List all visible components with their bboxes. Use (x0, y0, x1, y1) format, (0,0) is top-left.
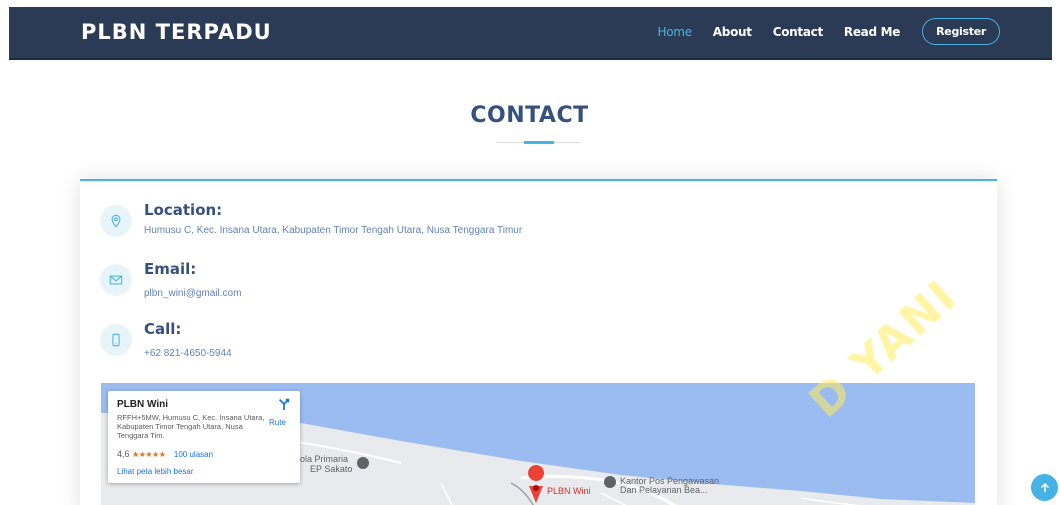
map-reviews-link[interactable]: 100 ulasan (174, 450, 213, 459)
phone-icon (100, 324, 132, 356)
call-title: Call: (144, 320, 182, 338)
email-title: Email: (144, 260, 197, 278)
email-text[interactable]: plbn_wini@gmail.com (144, 288, 241, 299)
map-place-name: PLBN Wini (117, 399, 169, 410)
route-icon[interactable] (272, 397, 296, 416)
register-button[interactable]: Register (922, 18, 1000, 45)
nav-contact-link[interactable]: Contact (773, 25, 823, 39)
route-label[interactable]: Rute (269, 418, 286, 427)
map-place-card: PLBN Wini RFFH+5MW, Humusu C, Kec. Insan… (108, 391, 300, 483)
location-pin-icon (100, 205, 132, 237)
map-rating: 4,6 ★★★★★ 100 ulasan (117, 449, 213, 459)
map-place-address: RFFH+5MW, Humusu C, Kec. Insana Utara, K… (117, 413, 265, 440)
back-to-top-button[interactable] (1031, 474, 1058, 501)
envelope-icon (100, 264, 132, 296)
larger-map-link[interactable]: Lihat peta lebih besar (117, 467, 194, 476)
map-label-post-2: Dan Pelayanan Bea... (620, 485, 708, 495)
map-rating-value: 4,6 (117, 449, 130, 459)
nav-readme-link[interactable]: Read Me (844, 25, 901, 39)
section-title: CONTACT (470, 103, 589, 128)
map-label-school: ola Primaria (300, 454, 349, 464)
site-logo-text[interactable]: PLBN TERPADU (81, 20, 272, 44)
title-divider-accent (524, 141, 554, 144)
call-text[interactable]: +62 821-4650-5944 (144, 348, 232, 359)
location-text: Humusu C, Kec. Insana Utara, Kabupaten T… (144, 225, 523, 236)
location-title: Location: (144, 201, 223, 219)
arrow-up-icon (1040, 482, 1049, 492)
map-label-pin: PLBN Wini (547, 486, 591, 496)
map-label-school-2: EP Sakato (310, 464, 353, 474)
top-navbar: PLBN TERPADU Home About Contact Read Me … (9, 7, 1052, 60)
main-nav: Home About Contact Read Me Register (637, 18, 1000, 45)
nav-home-link[interactable]: Home (658, 25, 693, 39)
star-rating-icon: ★★★★★ (132, 450, 166, 459)
nav-about-link[interactable]: About (713, 25, 752, 39)
